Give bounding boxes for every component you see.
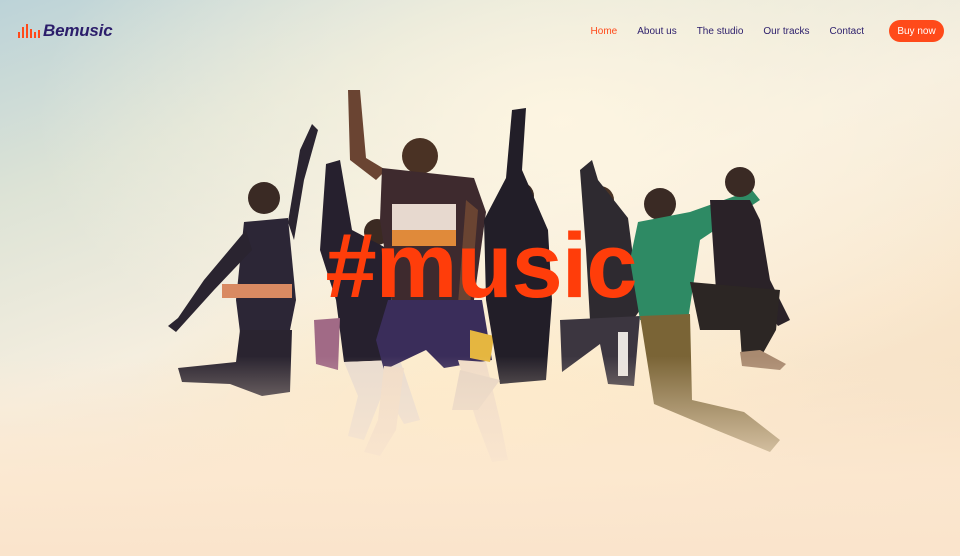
buy-now-button[interactable]: Buy now	[889, 20, 944, 42]
brand-name: Bemusic	[43, 21, 113, 40]
nav-link-home[interactable]: Home	[591, 26, 618, 37]
hero-headline: #music	[325, 215, 637, 317]
equalizer-bars-icon	[18, 24, 40, 38]
main-menu: Home About us The studio Our tracks Cont…	[571, 20, 944, 42]
brand-logo[interactable]: Bemusic	[18, 21, 113, 41]
nav-link-our-tracks[interactable]: Our tracks	[763, 26, 809, 37]
bottom-haze	[0, 356, 960, 556]
nav-link-about-us[interactable]: About us	[637, 26, 676, 37]
top-navbar: Bemusic Home About us The studio Our tra…	[0, 0, 960, 62]
nav-link-the-studio[interactable]: The studio	[697, 26, 744, 37]
nav-link-contact[interactable]: Contact	[830, 26, 864, 37]
hero-section: Bemusic Home About us The studio Our tra…	[0, 0, 960, 556]
